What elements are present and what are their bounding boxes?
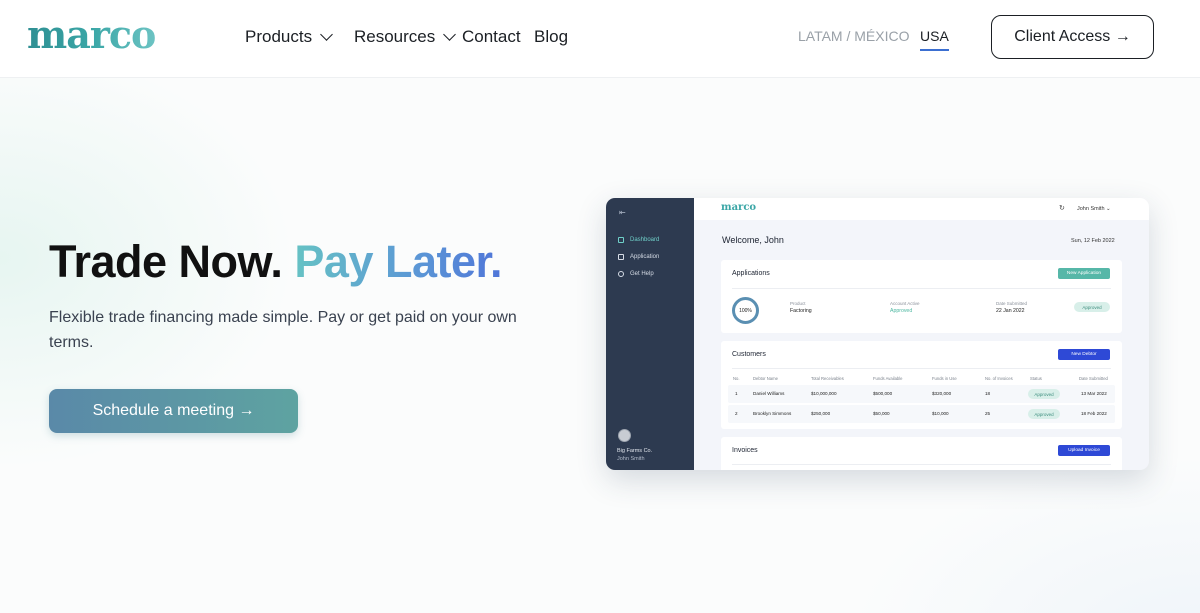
dashboard-preview: ⇤ Dashboard Application Get Help Big Far… [606,198,1149,470]
schedule-meeting-button[interactable]: Schedule a meeting → [49,389,298,433]
preview-topbar: marco ↻ John Smith ⌄ [694,198,1149,220]
new-debtor-button: New Debtor [1058,349,1110,360]
chevron-down-icon [320,28,333,41]
table-cell: $50,000 [873,411,890,416]
preview-sidebar-label: Dashboard [630,237,660,243]
nav-resources[interactable]: Resources [354,27,457,47]
table-cell: Daniel Williams [753,391,785,396]
table-cell: $320,000 [932,391,952,396]
applications-title: Applications [732,270,770,277]
headline-accent: Pay Later. [294,236,503,287]
preview-sidebar-help: Get Help [618,271,654,277]
table-cell: 18 Feb 2022 [1081,411,1107,416]
top-navbar: marco Products Resources Contact Blog LA… [0,0,1200,78]
nav-contact-label: Contact [462,27,521,46]
status-badge: Approved [1028,409,1060,419]
preview-user-name: John Smith [617,456,645,462]
nav-products[interactable]: Products [245,27,333,47]
table-cell: $250,000 [811,411,831,416]
submitted-label: Date Submitted [996,301,1028,306]
divider [732,288,1111,289]
divider [732,368,1111,369]
preview-sidebar-application: Application [618,254,659,260]
invoices-card: Invoices Upload Invoice [721,437,1122,470]
table-cell: 2 [735,411,738,416]
preview-logo: marco [721,202,757,213]
invoices-title: Invoices [732,447,758,454]
account-label: Account Active [890,301,920,306]
preview-company-name: Big Farms Co. [617,448,653,454]
nav-blog[interactable]: Blog [534,27,568,47]
product-value: Factoring [790,308,812,314]
headline-plain: Trade Now. [49,236,283,287]
submitted-value: 22 Jan 2022 [996,308,1025,314]
nav-products-label: Products [245,27,313,46]
column-header: Status [1030,376,1042,381]
account-value: Approved [890,308,913,314]
nav-contact[interactable]: Contact [462,27,521,47]
region-latam-link[interactable]: LATAM / MÉXICO [798,28,910,44]
hero-subtitle: Flexible trade financing made simple. Pa… [49,309,517,351]
status-badge: Approved [1028,389,1060,399]
divider [732,464,1111,465]
document-icon [618,254,624,260]
status-badge: Approved [1074,302,1110,312]
nav-blog-label: Blog [534,27,569,46]
preview-sidebar-label: Get Help [630,271,654,277]
table-cell: 18 [985,391,991,396]
avatar [618,429,631,442]
customers-card: Customers New Debtor No. Debtor Name Tot… [721,341,1122,429]
column-header: Total Receivables [811,376,844,381]
customers-title: Customers [732,351,766,358]
nav-resources-label: Resources [354,27,436,46]
product-label: Product [790,301,806,306]
column-header: Funds in Use [932,376,957,381]
marco-logo[interactable]: marco [27,12,156,57]
column-header: No. of Invoices [985,376,1013,381]
column-header: No. [733,376,740,381]
table-cell: $500,000 [873,391,893,396]
applications-card: Applications New Application 100% Produc… [721,260,1122,333]
region-usa-link[interactable]: USA [920,28,949,51]
hero-headline: Trade Now. Pay Later. [49,236,503,288]
preview-sidebar-dashboard: Dashboard [618,237,659,243]
dashboard-icon [618,237,624,243]
preview-date: Sun, 12 Feb 2022 [1071,238,1115,244]
preview-sidebar-label: Application [630,254,660,260]
refresh-icon: ↻ [1059,205,1065,212]
table-cell: Brooklyn Simmons [753,411,792,416]
preview-sidebar: ⇤ Dashboard Application Get Help Big Far… [606,198,694,470]
table-cell: 13 Mar 2022 [1081,391,1107,396]
column-header: Funds Available [873,376,903,381]
table-cell: 1 [735,391,738,396]
upload-invoice-button: Upload Invoice [1058,445,1110,456]
client-access-button[interactable]: Client Access → [991,15,1154,59]
column-header: Debtor Name [753,376,778,381]
table-cell: $10,000,000 [811,391,837,396]
table-cell: 25 [985,411,991,416]
chevron-down-icon [443,28,457,41]
new-application-button: New Application [1058,268,1110,279]
column-header: Date Submitted [1079,376,1108,381]
collapse-icon: ⇤ [619,208,626,217]
progress-ring: 100% [732,297,759,324]
help-icon [618,271,624,277]
preview-welcome: Welcome, John [722,235,784,245]
table-cell: $10,000 [932,411,949,416]
preview-user-menu: John Smith ⌄ [1077,206,1111,212]
